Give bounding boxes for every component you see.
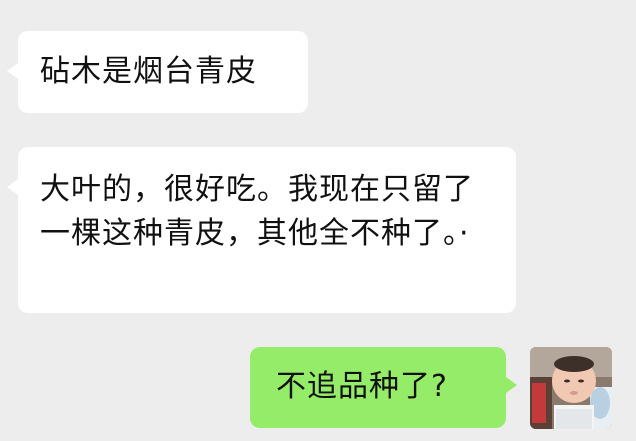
sent-message-bubble[interactable]: 不追品种了? (250, 347, 517, 428)
chat-area[interactable]: 砧木是烟台青皮 大叶的，很好吃。我现在只留了一棵这种青皮，其他全不种了。· 不追… (0, 0, 636, 441)
user-avatar[interactable] (530, 347, 612, 429)
received-message-bubble[interactable]: 大叶的，很好吃。我现在只留了一棵这种青皮，其他全不种了。· (7, 147, 516, 313)
baby-photo-avatar-icon (530, 347, 612, 429)
received-message-bubble[interactable]: 砧木是烟台青皮 (7, 31, 308, 113)
message-text: 大叶的，很好吃。我现在只留了一棵这种青皮，其他全不种了。· (40, 172, 474, 251)
message-text: 不追品种了? (276, 369, 448, 404)
message-text: 砧木是烟台青皮 (40, 54, 257, 89)
